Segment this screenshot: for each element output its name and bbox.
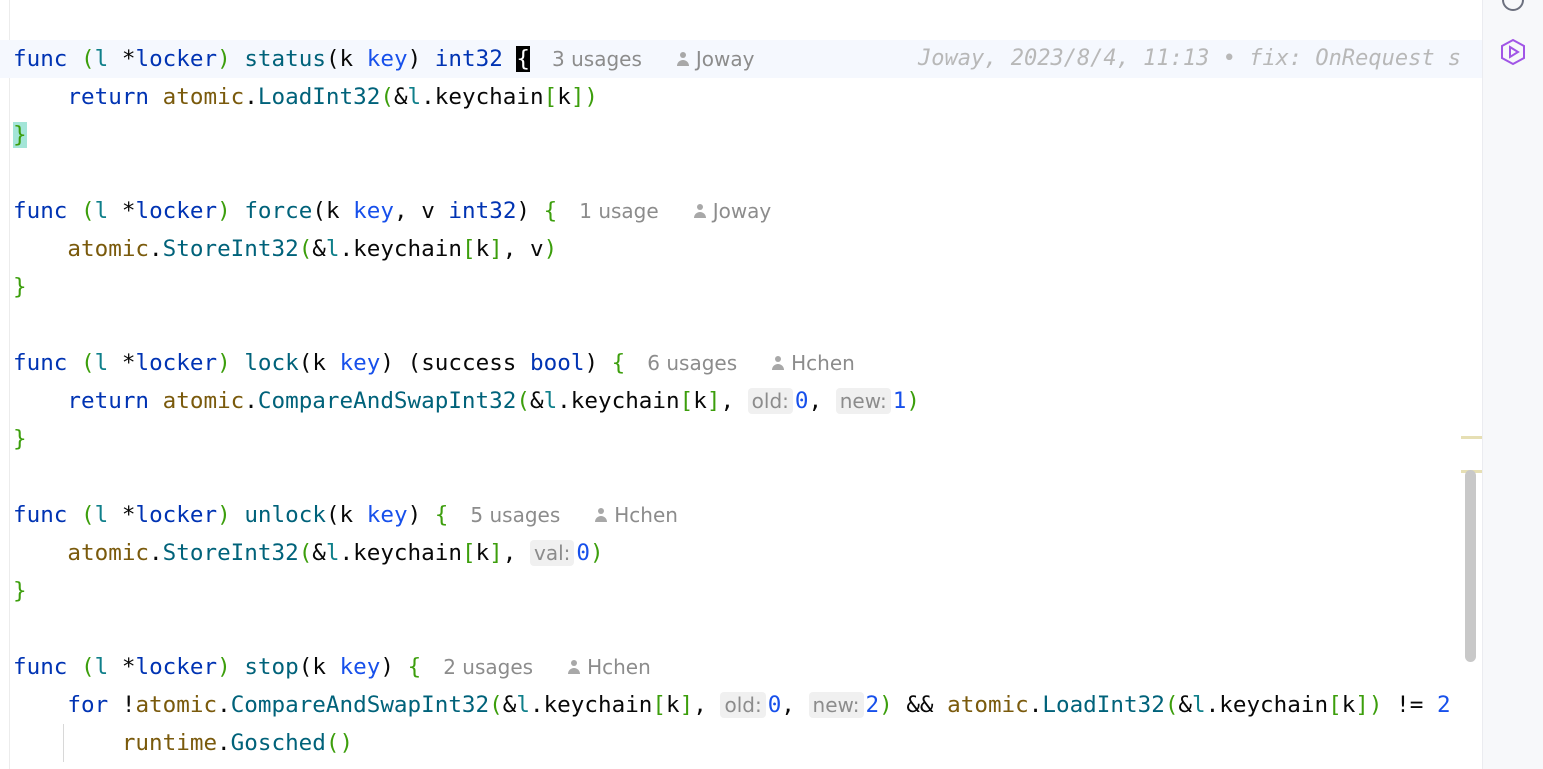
person-icon bbox=[594, 507, 608, 522]
ai-assistant-icon[interactable] bbox=[1499, 38, 1527, 66]
code-line[interactable]: runtime.Gosched() bbox=[13, 724, 353, 762]
person-icon bbox=[567, 659, 581, 674]
gutter-separator bbox=[9, 0, 10, 769]
code-line-closing-brace[interactable]: } bbox=[13, 572, 27, 610]
usages-link[interactable]: 5 usages bbox=[470, 503, 560, 527]
code-line-func-stop[interactable]: func (l *locker) stop(k key) {2 usages Hc… bbox=[13, 648, 651, 686]
error-stripe-mark[interactable] bbox=[1461, 436, 1482, 439]
code-line[interactable]: return atomic.LoadInt32(&l.keychain[k]) bbox=[13, 78, 598, 116]
usages-link[interactable]: 6 usages bbox=[647, 351, 737, 375]
param-hint: new: bbox=[835, 388, 891, 414]
code-line-func-force[interactable]: func (l *locker) force(k key, v int32) {… bbox=[13, 192, 771, 230]
param-hint: old: bbox=[720, 692, 766, 718]
usages-link[interactable]: 2 usages bbox=[443, 655, 533, 679]
function-name: status bbox=[244, 46, 326, 72]
matched-brace: } bbox=[13, 122, 27, 148]
caret-brace: { bbox=[516, 46, 531, 72]
author-inlay[interactable]: Joway bbox=[693, 199, 771, 223]
notifications-icon[interactable] bbox=[1499, 0, 1527, 14]
code-line-closing-brace[interactable]: } bbox=[13, 268, 27, 306]
code-editor[interactable]: func (l *locker) status(k key) int32 {3 … bbox=[0, 0, 1482, 769]
function-name: force bbox=[244, 198, 313, 224]
code-line[interactable]: for !atomic.CompareAndSwapInt32(&l.keych… bbox=[13, 686, 1451, 724]
right-tool-strip bbox=[1482, 0, 1543, 769]
code-line[interactable]: return atomic.CompareAndSwapInt32(&l.key… bbox=[13, 382, 920, 420]
code-line-func-unlock[interactable]: func (l *locker) unlock(k key) {5 usages… bbox=[13, 496, 678, 534]
param-hint: new: bbox=[808, 692, 864, 718]
param-hint: old: bbox=[747, 388, 793, 414]
code-line[interactable]: atomic.StoreInt32(&l.keychain[k], val: 0) bbox=[13, 534, 604, 572]
code-line[interactable]: atomic.StoreInt32(&l.keychain[k], v) bbox=[13, 230, 557, 268]
author-inlay[interactable]: Joway bbox=[676, 47, 754, 71]
person-icon bbox=[771, 355, 785, 370]
code-line-func-lock[interactable]: func (l *locker) lock(k key) (success bo… bbox=[13, 344, 855, 382]
person-icon bbox=[676, 51, 690, 66]
code-line-closing-brace[interactable]: } bbox=[13, 116, 27, 154]
author-inlay[interactable]: Hchen bbox=[567, 655, 651, 679]
author-inlay[interactable]: Hchen bbox=[771, 351, 855, 375]
function-name: stop bbox=[244, 654, 299, 680]
usages-link[interactable]: 1 usage bbox=[579, 199, 658, 223]
author-inlay[interactable]: Hchen bbox=[594, 503, 678, 527]
function-name: unlock bbox=[244, 502, 326, 528]
code-line-closing-brace[interactable]: } bbox=[13, 420, 27, 458]
git-blame-annotation[interactable]: Joway, 2023/8/4, 11:13 • fix: OnRequest … bbox=[918, 40, 1461, 78]
function-name: lock bbox=[244, 350, 299, 376]
person-icon bbox=[693, 203, 707, 218]
usages-link[interactable]: 3 usages bbox=[552, 47, 642, 71]
vertical-scrollbar-thumb[interactable] bbox=[1465, 470, 1476, 662]
param-hint: val: bbox=[530, 540, 575, 566]
